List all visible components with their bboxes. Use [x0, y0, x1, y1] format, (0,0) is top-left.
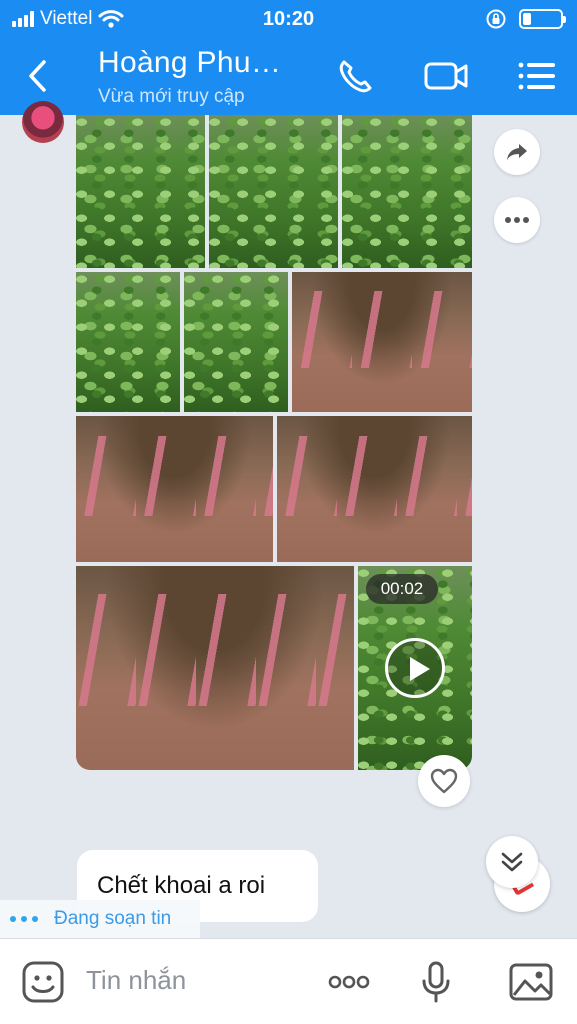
presence-status: Vừa mới truy cập: [98, 86, 245, 107]
typing-text: Đang soạn tin: [54, 908, 172, 929]
photo-sweet-potato-roots[interactable]: [277, 416, 472, 562]
contact-name[interactable]: Hoàng Phu…: [98, 46, 281, 80]
typing-dots-icon: [10, 916, 38, 922]
share-button[interactable]: [494, 129, 540, 175]
photo-sweet-potato-field[interactable]: [184, 272, 288, 412]
rotation-lock-icon: [486, 9, 506, 29]
typing-indicator: Đang soạn tin: [0, 900, 200, 938]
more-icon: [505, 217, 529, 223]
battery-fill: [523, 13, 531, 25]
photo-sweet-potato-roots[interactable]: [76, 416, 273, 562]
photo-sweet-potato-field[interactable]: [209, 115, 338, 268]
chat-header: Viettel 10:20 Hoàng Phu… Vừa mới truy cậ…: [0, 0, 577, 115]
heart-icon: [430, 768, 458, 794]
more-button[interactable]: [494, 197, 540, 243]
double-chevron-down-icon: [501, 852, 523, 872]
nav-bar: Hoàng Phu… Vừa mới truy cập: [0, 38, 577, 115]
more-dots-icon[interactable]: [326, 959, 372, 1005]
image-icon[interactable]: [508, 959, 554, 1005]
photo-sweet-potato-field[interactable]: [76, 115, 205, 268]
photo-sweet-potato-field[interactable]: [342, 115, 472, 268]
message-input[interactable]: Tin nhắn: [86, 965, 186, 996]
share-icon: [507, 144, 527, 160]
back-arrow-icon[interactable]: [22, 56, 54, 96]
menu-icon[interactable]: [516, 56, 560, 96]
like-button[interactable]: [418, 755, 470, 807]
video-duration: 00:02: [366, 574, 438, 604]
status-bar: Viettel 10:20: [0, 0, 577, 38]
photo-sweet-potato-field[interactable]: [76, 272, 180, 412]
sticker-icon[interactable]: [20, 959, 66, 1005]
photo-sweet-potato-roots[interactable]: [292, 272, 472, 412]
scroll-to-bottom-button[interactable]: [486, 836, 538, 888]
battery-icon: [519, 9, 566, 29]
microphone-icon[interactable]: [413, 959, 459, 1005]
video-camera-icon[interactable]: [424, 56, 468, 96]
message-input-bar: Tin nhắn: [0, 938, 577, 1024]
phone-icon[interactable]: [334, 56, 378, 96]
sender-avatar[interactable]: [22, 101, 64, 143]
play-icon[interactable]: [385, 638, 445, 698]
status-right: [485, 8, 566, 30]
photo-sweet-potato-roots[interactable]: [76, 566, 354, 770]
